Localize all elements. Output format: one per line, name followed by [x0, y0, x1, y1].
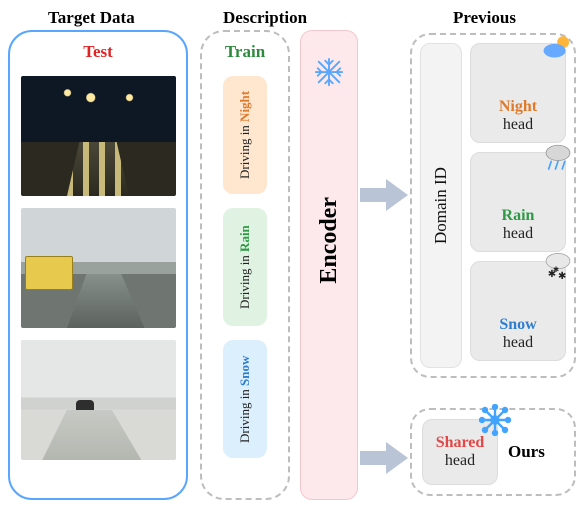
target-data-panel: Test: [8, 30, 188, 500]
target-image-rain: [21, 208, 176, 328]
head-sub-label: head: [503, 334, 533, 352]
previous-panel: Domain ID Night head Rain: [410, 33, 576, 378]
target-image-snow: [21, 340, 176, 460]
head-card-rain: Rain head: [470, 152, 566, 252]
head-domain-label: Snow: [499, 316, 536, 334]
desc-chip-night: Driving in Night: [223, 76, 267, 194]
head-sub-label: head: [503, 116, 533, 134]
desc-chip-snow: Driving in Snow: [223, 340, 267, 458]
snowflake-icon: [314, 57, 344, 87]
desc-chip-rain: Driving in Rain: [223, 208, 267, 326]
header-description: Description: [223, 8, 307, 28]
encoder-block: Encoder: [300, 30, 358, 500]
train-label: Train: [225, 42, 265, 62]
chip-lead: Driving in: [237, 252, 252, 309]
ours-panel: Shared head Ours: [410, 408, 576, 496]
shared-sub: head: [445, 452, 475, 470]
shared-head-card: Shared head: [422, 419, 498, 485]
header-target-data: Target Data: [48, 8, 135, 28]
heads-list: Night head Rain head ✱✱✱: [470, 43, 566, 368]
chip-domain: Rain: [237, 225, 252, 252]
head-domain-label: Night: [499, 98, 537, 116]
chip-lead: Driving in: [237, 122, 252, 179]
shared-label: Shared: [436, 434, 485, 452]
chip-domain: Night: [237, 91, 252, 122]
head-sub-label: head: [503, 225, 533, 243]
snowflake-color-icon: [479, 404, 511, 436]
head-card-night: Night head: [470, 43, 566, 143]
svg-text:✱: ✱: [553, 265, 560, 274]
head-card-snow: ✱✱✱ Snow head: [470, 261, 566, 361]
header-previous: Previous: [453, 8, 516, 28]
chip-domain: Snow: [237, 355, 252, 385]
chip-lead: Driving in: [237, 386, 252, 443]
ours-label: Ours: [508, 442, 545, 462]
domain-id-block: Domain ID: [420, 43, 462, 368]
rain-cloud-icon: [541, 141, 575, 175]
test-label: Test: [83, 42, 113, 62]
target-image-night: [21, 76, 176, 196]
snow-cloud-icon: ✱✱✱: [541, 250, 575, 284]
description-panel: Train Driving in Night Driving in Rain D…: [200, 30, 290, 500]
head-domain-label: Rain: [502, 207, 535, 225]
encoder-label: Encoder: [316, 197, 343, 284]
sun-cloud-icon: [541, 32, 575, 66]
